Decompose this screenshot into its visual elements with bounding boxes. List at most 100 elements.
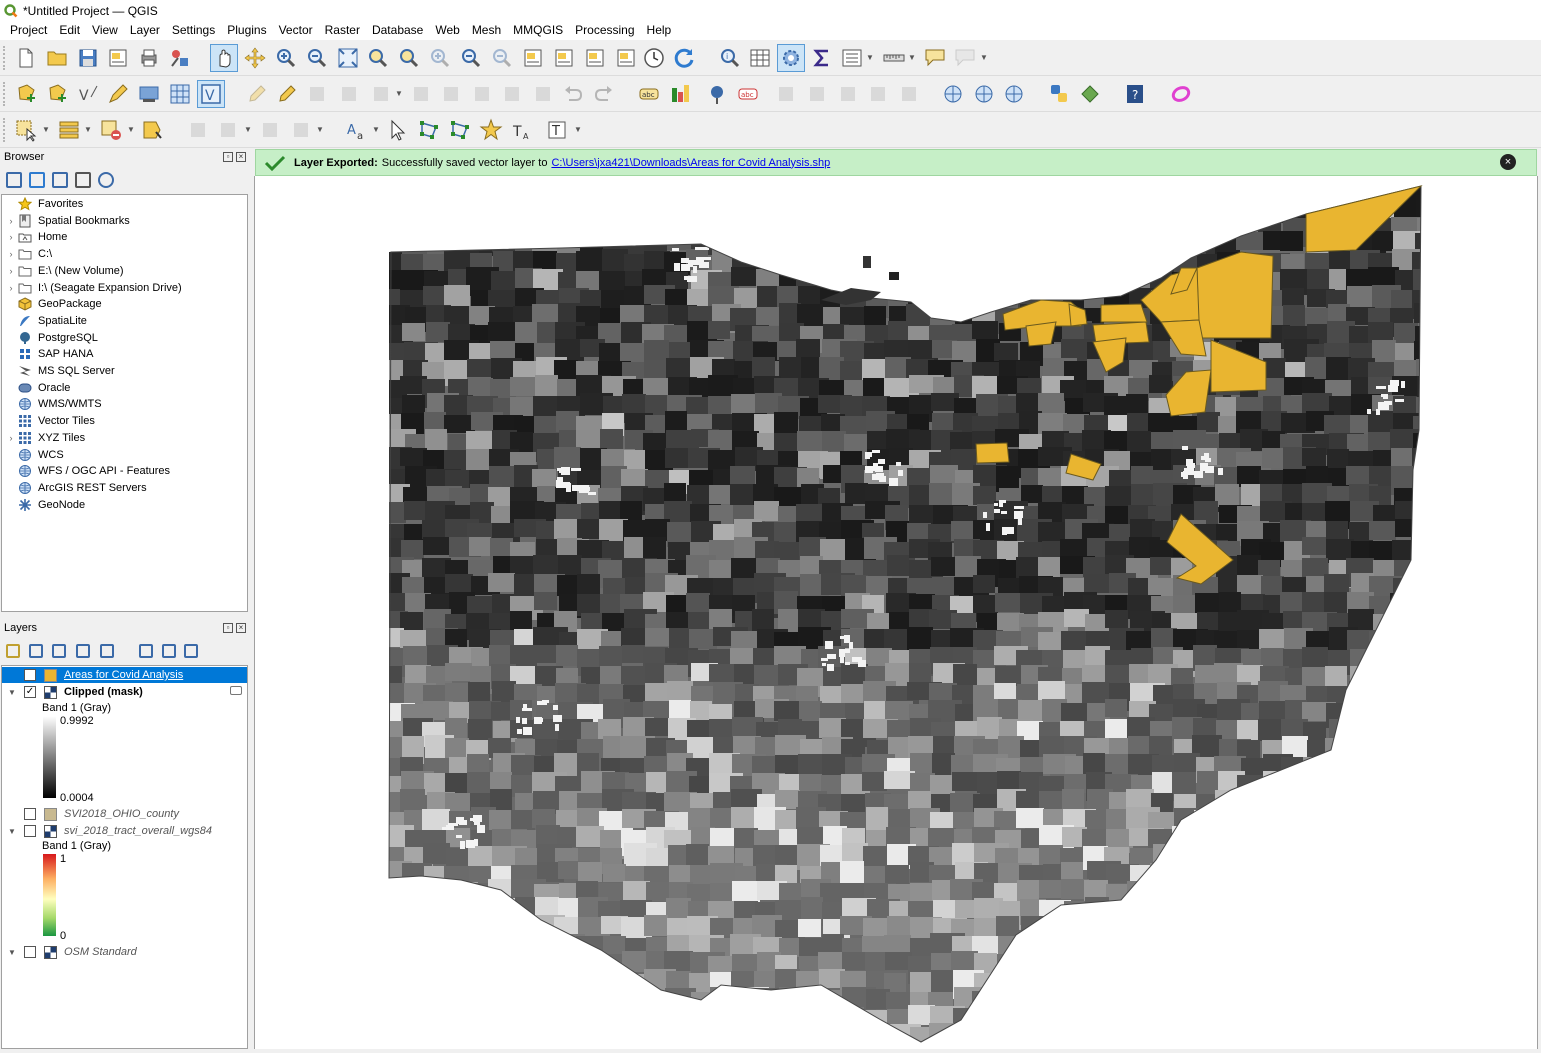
statistical-summary-icon[interactable] xyxy=(810,46,834,70)
select-all-icon[interactable] xyxy=(57,118,81,142)
browser-item[interactable]: › E:\ (New Volume) xyxy=(5,263,245,279)
covid-analysis-area[interactable] xyxy=(1025,321,1057,347)
expand-arrow-icon[interactable]: › xyxy=(5,433,17,443)
new-bookmark-icon[interactable] xyxy=(583,46,607,70)
menu-edit[interactable]: Edit xyxy=(53,21,86,40)
menu-web[interactable]: Web xyxy=(429,21,465,40)
close-panel-icon[interactable]: × xyxy=(236,152,246,162)
browser-item[interactable]: › C:\ xyxy=(5,246,245,262)
layer-notes-icon[interactable] xyxy=(230,686,242,695)
collapse-arrow-icon[interactable]: ▼ xyxy=(5,688,19,697)
virtual-layer-icon[interactable]: V xyxy=(199,82,223,106)
digitize-tool-2-icon[interactable] xyxy=(216,118,240,142)
pin-labels-icon[interactable] xyxy=(705,82,729,106)
zoom-last-icon[interactable] xyxy=(459,46,483,70)
menu-raster[interactable]: Raster xyxy=(319,21,366,40)
refresh-icon[interactable] xyxy=(672,46,696,70)
browser-item[interactable]: › Spatial Bookmarks xyxy=(5,213,245,229)
new-project-icon[interactable] xyxy=(14,46,38,70)
float-panel-icon[interactable]: ▫ xyxy=(223,623,233,633)
redo-icon[interactable] xyxy=(592,82,616,106)
style-panel-icon[interactable] xyxy=(6,644,20,658)
add-selected-icon[interactable] xyxy=(6,172,22,188)
pan-map-icon[interactable] xyxy=(212,46,236,70)
filter-browser-icon[interactable] xyxy=(52,172,68,188)
python-console-icon[interactable] xyxy=(1047,82,1071,106)
close-panel-icon[interactable]: × xyxy=(236,623,246,633)
menu-help[interactable]: Help xyxy=(641,21,678,40)
menu-database[interactable]: Database xyxy=(366,21,429,40)
toolbar-grip[interactable] xyxy=(3,118,7,142)
layers-tree[interactable]: ✓ Areas for Covid Analysis ▼ ✓ Clipped (… xyxy=(1,665,248,1049)
vertex-tool-icon[interactable] xyxy=(369,82,393,106)
dropdown-arrow-icon[interactable]: ▼ xyxy=(395,82,403,106)
open-project-icon[interactable] xyxy=(45,46,69,70)
covid-analysis-area[interactable] xyxy=(1196,251,1274,339)
show-bookmarks-icon[interactable] xyxy=(614,46,638,70)
menu-plugins[interactable]: Plugins xyxy=(221,21,272,40)
deselect-icon[interactable] xyxy=(99,118,123,142)
select-features-icon[interactable] xyxy=(14,118,38,142)
cut-features-icon[interactable] xyxy=(470,82,494,106)
dropdown-arrow-icon[interactable]: ▼ xyxy=(574,118,582,142)
expand-all-icon[interactable] xyxy=(139,644,153,658)
pan-to-selection-icon[interactable] xyxy=(243,46,267,70)
select-by-location-icon[interactable] xyxy=(141,118,165,142)
wfs-globe-icon[interactable] xyxy=(972,82,996,106)
layer-visibility-checkbox[interactable]: ✓ xyxy=(24,686,36,698)
save-edits-icon[interactable] xyxy=(305,82,329,106)
layout-manager-icon[interactable] xyxy=(137,46,161,70)
browser-tree[interactable]: Favorites › Spatial Bookmarks › Home › C:\ › E:\… xyxy=(1,194,248,612)
open-attribute-table-icon[interactable] xyxy=(748,46,772,70)
save-project-icon[interactable] xyxy=(76,46,100,70)
dropdown-arrow-icon[interactable]: ▼ xyxy=(866,46,874,70)
vertex-polygon-2-icon[interactable] xyxy=(448,118,472,142)
browser-item[interactable]: ArcGIS REST Servers xyxy=(5,480,245,496)
dropdown-arrow-icon[interactable]: ▼ xyxy=(908,46,916,70)
layer-row-areas[interactable]: ✓ Areas for Covid Analysis xyxy=(2,667,247,683)
dropdown-arrow-icon[interactable]: ▼ xyxy=(84,118,92,142)
menu-mesh[interactable]: Mesh xyxy=(466,21,507,40)
browser-item[interactable]: SpatiaLite xyxy=(5,313,245,329)
remove-layer-icon[interactable] xyxy=(184,644,198,658)
browser-item[interactable]: GeoNode xyxy=(5,497,245,513)
modify-attributes-icon[interactable] xyxy=(409,82,433,106)
ohio-map[interactable] xyxy=(255,176,1538,1049)
style-manager-icon[interactable] xyxy=(168,46,192,70)
new-map-view-icon[interactable] xyxy=(521,46,545,70)
zoom-out-icon[interactable] xyxy=(305,46,329,70)
layer-row-tract[interactable]: ▼ svi_2018_tract_overall_wgs84 xyxy=(2,823,247,839)
copy-features-icon[interactable] xyxy=(500,82,524,106)
dropdown-arrow-icon[interactable]: ▼ xyxy=(42,118,50,142)
collapse-all-icon[interactable] xyxy=(162,644,176,658)
dropdown-arrow-icon[interactable]: ▼ xyxy=(127,118,135,142)
rotate-label-icon[interactable] xyxy=(805,82,829,106)
layer-visibility-checkbox[interactable] xyxy=(24,808,36,820)
delete-selected-icon[interactable] xyxy=(439,82,463,106)
add-mesh-layer-icon[interactable] xyxy=(168,82,192,106)
map-canvas[interactable] xyxy=(254,176,1538,1049)
float-panel-icon[interactable]: ▫ xyxy=(223,152,233,162)
layer-visibility-checkbox[interactable] xyxy=(24,825,36,837)
expand-arrow-icon[interactable]: › xyxy=(5,266,17,276)
menu-view[interactable]: View xyxy=(86,21,124,40)
label-prop2-icon[interactable] xyxy=(897,82,921,106)
expand-arrow-icon[interactable]: › xyxy=(5,249,17,259)
manage-visibility-icon[interactable] xyxy=(52,644,66,658)
layer-row-osm[interactable]: ▼ OSM Standard xyxy=(2,944,247,960)
toolbar-grip[interactable] xyxy=(3,46,7,70)
move-label-icon[interactable] xyxy=(774,82,798,106)
text-symbol-icon[interactable]: Aa xyxy=(345,118,369,142)
current-edits-icon[interactable] xyxy=(245,82,269,106)
covid-analysis-area[interactable] xyxy=(1100,303,1148,323)
collapse-arrow-icon[interactable]: ▼ xyxy=(5,827,19,836)
digitize-tool-4-icon[interactable] xyxy=(289,118,313,142)
properties-icon[interactable] xyxy=(98,172,114,188)
collapse-arrow-icon[interactable]: ▼ xyxy=(5,948,19,957)
menu-processing[interactable]: Processing xyxy=(569,21,640,40)
add-group-icon[interactable] xyxy=(29,644,43,658)
browser-item[interactable]: WFS / OGC API - Features xyxy=(5,463,245,479)
metasearch-icon[interactable] xyxy=(1002,82,1026,106)
help-icon[interactable]: ? xyxy=(1123,82,1147,106)
browser-item[interactable]: › I:\ (Seagate Expansion Drive) xyxy=(5,280,245,296)
